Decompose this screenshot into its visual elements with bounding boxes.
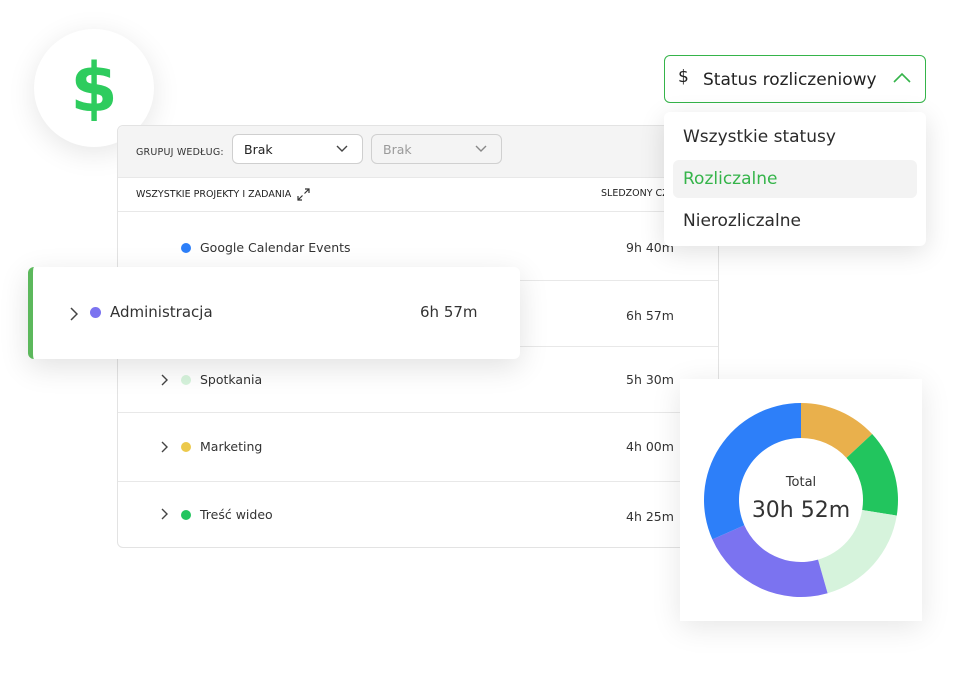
- project-name: Google Calendar Events: [200, 240, 351, 255]
- menu-item-billable[interactable]: Rozliczalne: [673, 160, 917, 198]
- project-color-dot: [90, 307, 101, 318]
- table-header: WSZYSTKIE PROJEKTY I ZADANIA ŚLEDZONY CZ…: [118, 177, 718, 212]
- project-color-dot: [181, 442, 191, 452]
- project-color-dot: [181, 510, 191, 520]
- project-time: 4h 25m: [626, 509, 674, 524]
- project-color-dot: [181, 243, 191, 253]
- project-name: Administracja: [110, 303, 213, 321]
- group-by-toolbar: GRUPUJ WEDŁUG: Brak Brak: [118, 126, 718, 178]
- group-by-label: GRUPUJ WEDŁUG:: [136, 147, 224, 158]
- project-time: 4h 00m: [626, 439, 674, 454]
- billing-status-menu: Wszystkie statusy Rozliczalne Nierozlicz…: [664, 112, 926, 246]
- chevron-right-icon[interactable]: [69, 307, 78, 321]
- dollar-icon: $: [678, 67, 689, 87]
- project-time: 6h 57m: [626, 308, 674, 323]
- project-color-dot: [181, 375, 191, 385]
- chevron-right-icon[interactable]: [160, 441, 168, 453]
- dollar-icon: $: [70, 53, 117, 123]
- projects-column-header[interactable]: WSZYSTKIE PROJEKTY I ZADANIA: [136, 188, 310, 201]
- menu-item-non-billable[interactable]: Nierozliczalne: [673, 202, 917, 240]
- donut-slice-1: [712, 525, 828, 597]
- projects-column-label: WSZYSTKIE PROJEKTY I ZADANIA: [136, 189, 292, 200]
- group-by-select-primary[interactable]: Brak: [232, 134, 363, 164]
- svg-text:$: $: [70, 53, 117, 123]
- group-by-select-primary-value: Brak: [244, 141, 273, 157]
- chevron-up-icon: [893, 72, 911, 83]
- chevron-right-icon[interactable]: [160, 374, 168, 386]
- chevron-right-icon[interactable]: [160, 508, 168, 520]
- group-by-select-secondary[interactable]: Brak: [371, 134, 502, 164]
- menu-item-all-statuses[interactable]: Wszystkie statusy: [673, 118, 917, 156]
- highlighted-project-row[interactable]: Administracja 6h 57m: [28, 267, 520, 359]
- project-time: 5h 30m: [626, 372, 674, 387]
- billing-status-dropdown[interactable]: $ Status rozliczeniowy: [664, 55, 926, 103]
- chevron-down-icon: [475, 145, 487, 152]
- project-time: 6h 57m: [420, 303, 478, 321]
- table-row[interactable]: Marketing 4h 00m: [118, 413, 718, 482]
- project-name: Spotkania: [200, 372, 263, 387]
- donut-total-label: Total: [785, 475, 817, 490]
- group-by-select-secondary-value: Brak: [383, 141, 412, 157]
- donut-total-value: 30h 52m: [751, 498, 851, 523]
- table-row[interactable]: Treść wideo 4h 25m: [118, 482, 718, 546]
- chevron-down-icon: [336, 145, 348, 152]
- tracked-time-column-header[interactable]: ŚLEDZONY CZAS: [601, 188, 671, 199]
- project-name: Marketing: [200, 439, 263, 454]
- donut-chart-card: Total 30h 52m: [680, 379, 922, 621]
- project-name: Treść wideo: [200, 507, 273, 522]
- billing-status-label: Status rozliczeniowy: [703, 70, 877, 90]
- expand-icon[interactable]: [297, 188, 310, 201]
